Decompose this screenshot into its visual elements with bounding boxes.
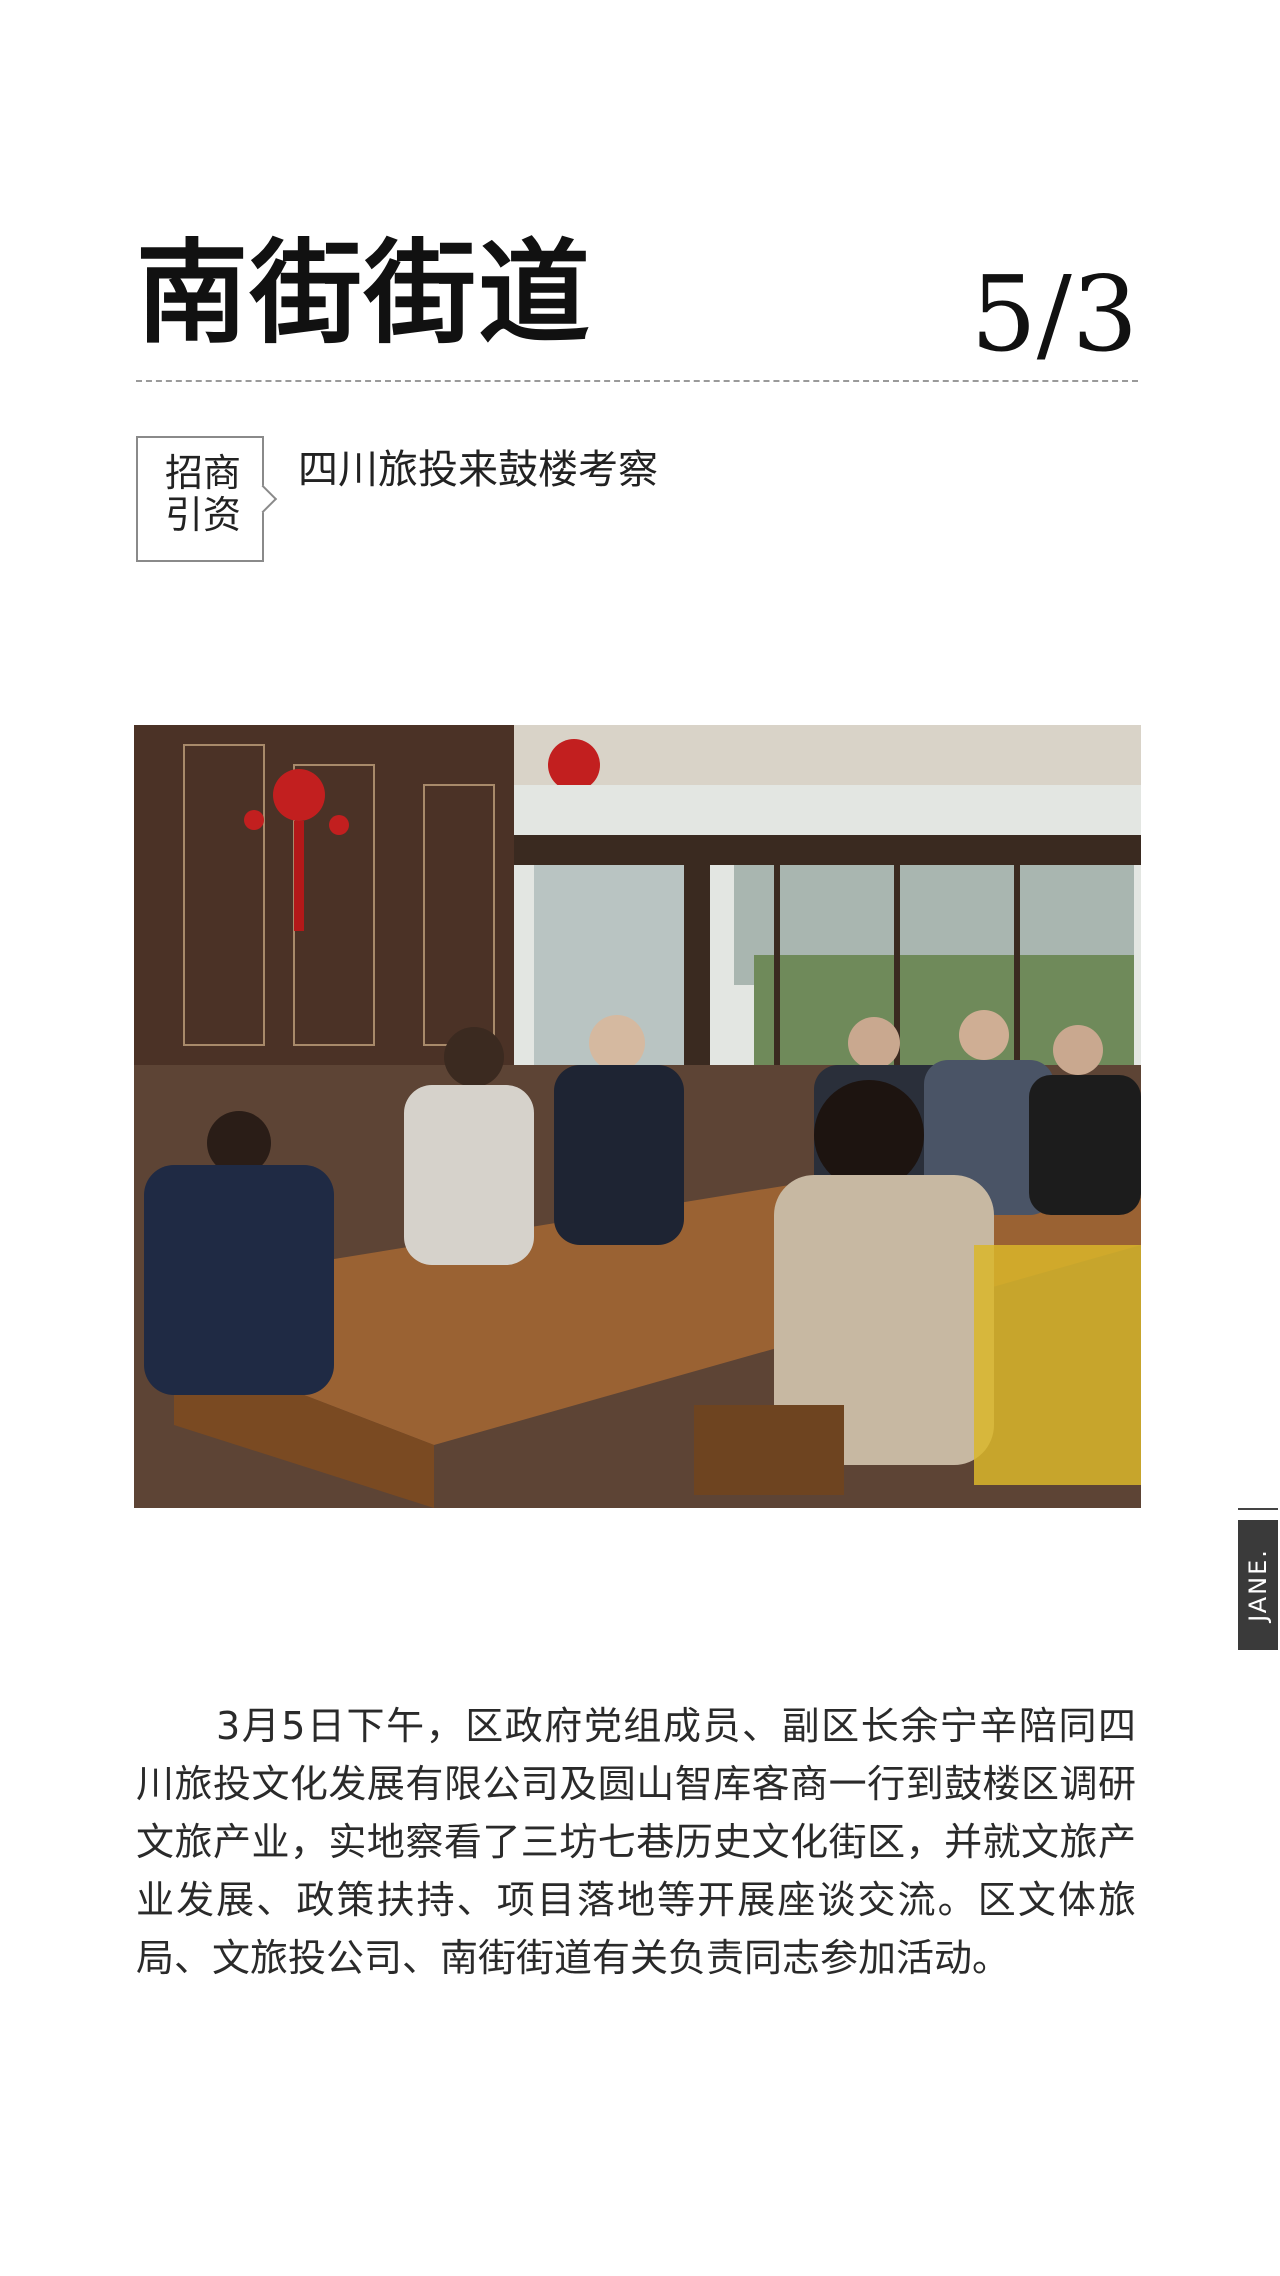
- page-title: 南街街道: [136, 229, 592, 359]
- issue-date: 5/3: [970, 253, 1138, 375]
- meeting-photo: [134, 725, 1141, 1508]
- category-tag-label: 招商引资: [164, 451, 241, 537]
- dashed-divider: [136, 380, 1138, 382]
- article-body: 3月5日下午，区政府党组成员、副区长余宁辛陪同四川旅投文化发展有限公司及圆山智库…: [136, 1704, 1136, 1980]
- category-tag: 招商引资: [136, 436, 278, 562]
- tag-arrow-icon: [248, 484, 278, 514]
- side-tab: JANE.: [1238, 1520, 1278, 1650]
- side-tab-divider: [1238, 1508, 1278, 1510]
- side-tab-label: JANE.: [1244, 1548, 1272, 1622]
- article-headline: 四川旅投来鼓楼考察: [298, 447, 658, 493]
